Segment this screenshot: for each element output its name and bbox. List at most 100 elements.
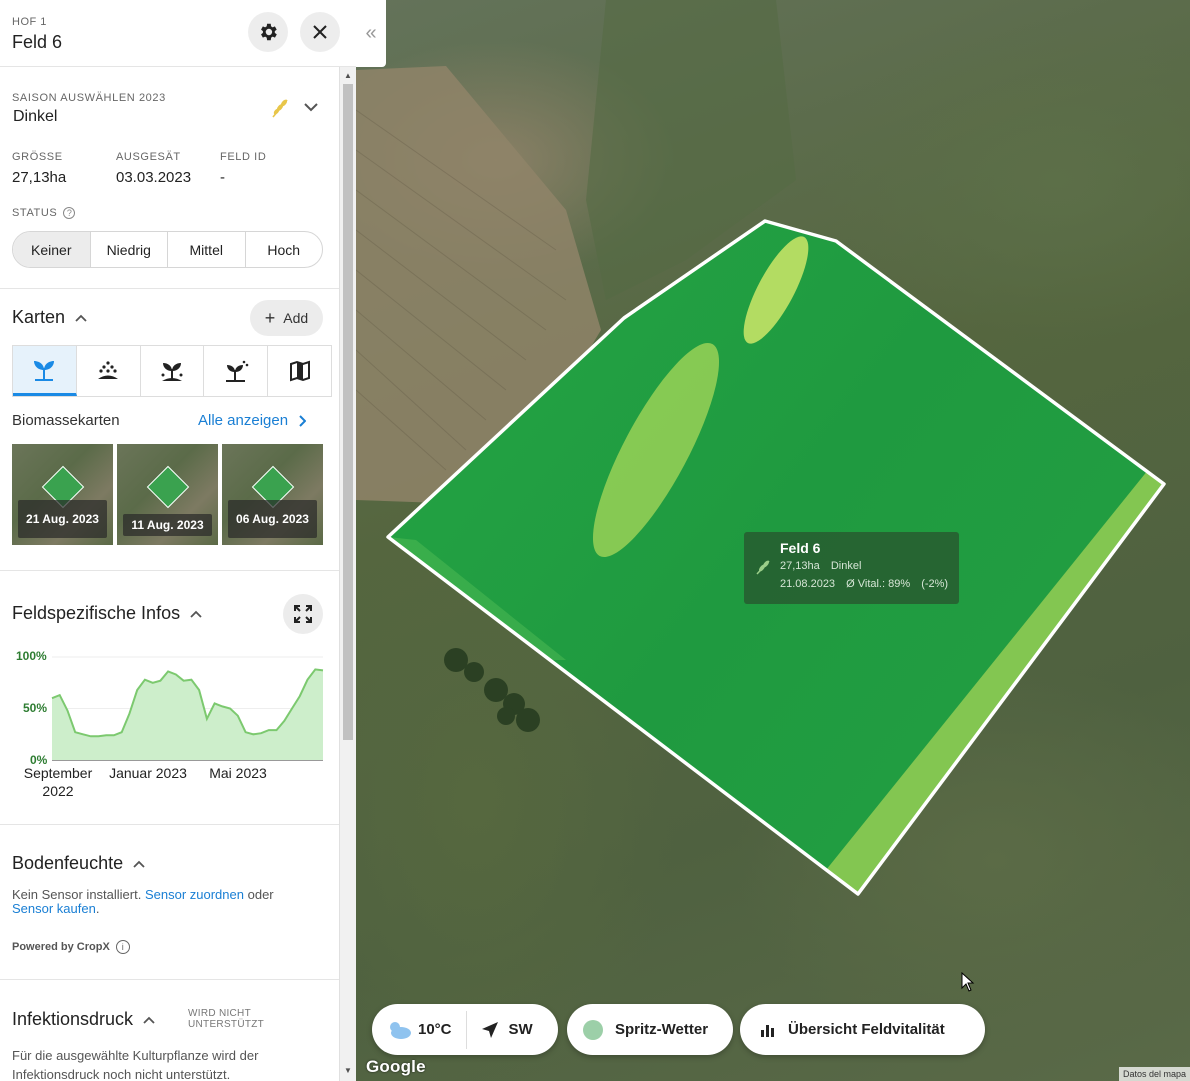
infektionsdruck-text: Für die ausgewählte Kulturpflanze wird d…	[12, 1048, 259, 1081]
karten-section-header[interactable]: Karten	[12, 307, 87, 328]
settings-button[interactable]	[248, 12, 288, 52]
side-panel: SAISON AUSWÄHLEN 2023 Dinkel GRÖSSE 27,1…	[0, 67, 356, 1081]
tab-karte[interactable]	[268, 346, 331, 396]
scrollbar[interactable]: ▲ ▼	[340, 67, 356, 1081]
plus-icon: +	[264, 307, 276, 328]
divider	[0, 570, 339, 571]
plant-fertilize-icon	[161, 363, 183, 381]
field-tooltip[interactable]: Feld 6 27,13ha Dinkel 21.08.2023 Ø Vital…	[744, 532, 959, 604]
spritz-wetter-label: Spritz-Wetter	[615, 1021, 709, 1038]
not-supported-badge: WIRD NICHT UNTERSTÜTZT	[188, 1008, 265, 1030]
tooltip-vital: Ø Vital.: 89%	[846, 578, 911, 590]
divider	[0, 824, 339, 825]
page-title: Feld 6	[12, 32, 63, 52]
close-button[interactable]	[300, 12, 340, 52]
status-label: STATUS ?	[12, 207, 76, 219]
vitality-chart[interactable]: 100% 50% 0% September 2022 Januar 2023 M…	[0, 645, 339, 805]
chevron-up-icon	[143, 1016, 155, 1024]
map-attribution[interactable]: Datos del mapa	[1118, 1067, 1190, 1081]
status-option-niedrig[interactable]: Niedrig	[91, 232, 168, 267]
add-map-button[interactable]: + Add	[250, 300, 323, 336]
ytick-label: 100%	[16, 649, 47, 663]
scroll-up-arrow-icon[interactable]: ▲	[344, 71, 352, 80]
divider	[0, 288, 339, 289]
uebersicht-feldvitalitaet-button[interactable]: Übersicht Feldvitalität	[740, 1004, 985, 1055]
thumbnail-date: 11 Aug. 2023	[123, 514, 212, 536]
spritz-wetter-button[interactable]: Spritz-Wetter	[567, 1004, 733, 1055]
sensor-zuordnen-link[interactable]: Sensor zuordnen	[145, 887, 244, 902]
chevron-right-icon	[299, 414, 307, 427]
collapse-panel-button[interactable]: «	[356, 0, 386, 67]
tooltip-title: Feld 6	[780, 540, 821, 556]
tab-biomasse[interactable]	[13, 346, 77, 396]
chevron-up-icon	[190, 610, 202, 618]
chevron-up-icon	[75, 314, 87, 322]
thumbnail-date: 21 Aug. 2023	[18, 500, 107, 538]
status-option-mittel[interactable]: Mittel	[168, 232, 246, 267]
plant-spray-icon	[225, 360, 249, 382]
stat-feld-id: FELD ID -	[220, 151, 267, 186]
tooltip-size: 27,13ha	[780, 560, 820, 572]
close-icon	[313, 25, 327, 39]
bodenfeuchte-section-header[interactable]: Bodenfeuchte	[12, 853, 145, 874]
status-dot-icon	[583, 1019, 603, 1040]
temperature: 10°C	[418, 1021, 452, 1038]
saison-value: Dinkel	[13, 108, 58, 125]
tooltip-date: 21.08.2023	[780, 578, 836, 590]
farm-label: HOF 1	[12, 16, 47, 28]
info-icon[interactable]: i	[115, 940, 130, 954]
xtick-label: Mai 2023	[209, 765, 267, 781]
biomassekarten-label: Biomassekarten	[12, 412, 120, 429]
stat-groesse: GRÖSSE 27,13ha	[12, 151, 67, 186]
tooltip-change: (-2%)	[921, 578, 949, 590]
scrollbar-thumb[interactable]	[343, 84, 353, 740]
wind-direction-icon	[481, 1021, 498, 1038]
status-option-hoch[interactable]: Hoch	[246, 232, 323, 267]
tab-pflanzenschutz[interactable]	[204, 346, 269, 396]
biomass-map-thumbnail[interactable]: 21 Aug. 2023	[12, 444, 113, 545]
thumbnail-date: 06 Aug. 2023	[228, 500, 317, 538]
field-shape	[146, 465, 190, 509]
chart-area	[52, 669, 323, 760]
xtick-label: Januar 2023	[109, 765, 187, 781]
wheat-icon	[756, 560, 770, 575]
saison-label: SAISON AUSWÄHLEN 2023	[12, 92, 166, 104]
tab-aussaat[interactable]	[77, 346, 141, 396]
powered-by-cropx: Powered by CropX i	[12, 940, 130, 954]
sprout-icon	[34, 360, 55, 381]
chevron-up-icon	[133, 860, 145, 868]
status-selector[interactable]: Keiner Niedrig Mittel Hoch	[12, 231, 323, 268]
bar-chart-icon	[761, 1024, 774, 1037]
scroll-down-arrow-icon[interactable]: ▼	[344, 1066, 352, 1075]
bodenfeuchte-text: Kein Sensor installiert. Sensor zuordnen…	[12, 887, 274, 916]
status-option-keiner[interactable]: Keiner	[13, 232, 91, 267]
gear-icon	[261, 23, 277, 41]
biomass-map-thumbnail[interactable]: 06 Aug. 2023	[222, 444, 323, 545]
google-logo: Google	[366, 1057, 426, 1076]
alle-anzeigen-link[interactable]: Alle anzeigen	[198, 412, 307, 429]
fullscreen-button[interactable]	[283, 594, 323, 634]
satellite-map[interactable]: Feld 6 27,13ha Dinkel 21.08.2023 Ø Vital…	[356, 0, 1190, 1081]
divider	[0, 979, 339, 980]
panel-header: HOF 1 Feld 6	[0, 0, 356, 67]
uebersicht-label: Übersicht Feldvitalität	[788, 1021, 945, 1038]
panel-content: SAISON AUSWÄHLEN 2023 Dinkel GRÖSSE 27,1…	[0, 67, 340, 1081]
expand-icon	[294, 605, 312, 623]
tab-duengung[interactable]	[141, 346, 205, 396]
weather-pill[interactable]: 10°C SW	[372, 1004, 558, 1055]
map-type-tabs	[12, 345, 332, 397]
double-chevron-left-icon: «	[365, 22, 377, 44]
help-icon[interactable]: ?	[63, 207, 76, 219]
map-icon	[289, 360, 310, 382]
sensor-kaufen-link[interactable]: Sensor kaufen	[12, 901, 96, 916]
biomass-map-thumbnail[interactable]: 11 Aug. 2023	[117, 444, 218, 545]
tooltip-crop: Dinkel	[830, 560, 862, 572]
chevron-down-icon[interactable]	[303, 102, 319, 112]
infektionsdruck-section-header[interactable]: Infektionsdruck	[12, 1009, 155, 1030]
xtick-label: September 2022	[23, 765, 93, 799]
ytick-label: 50%	[23, 701, 48, 715]
stat-ausgesaet: AUSGESÄT 03.03.2023	[116, 151, 192, 186]
wheat-icon	[272, 99, 288, 118]
feldinfos-section-header[interactable]: Feldspezifische Infos	[12, 603, 202, 624]
mouse-cursor-icon	[961, 972, 975, 992]
